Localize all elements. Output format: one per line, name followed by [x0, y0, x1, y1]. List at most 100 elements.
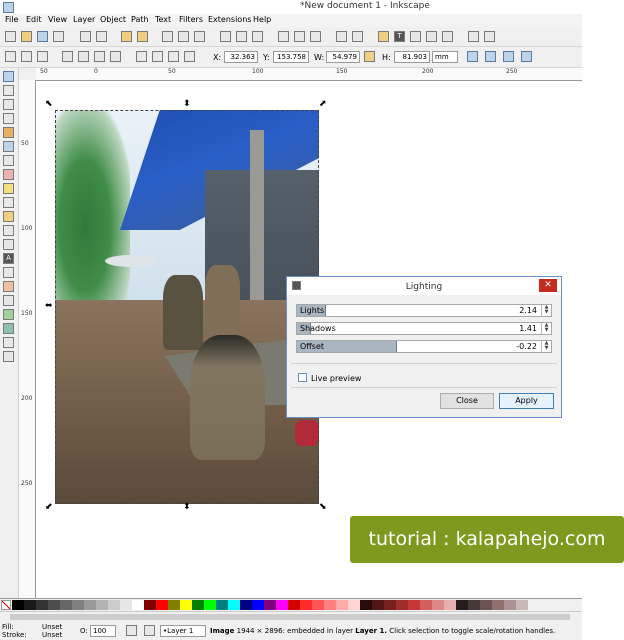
color-swatch[interactable]: [252, 600, 264, 610]
paste-icon[interactable]: [194, 31, 205, 42]
menu-help[interactable]: Help: [253, 15, 271, 24]
scale-handle-w[interactable]: ⬌: [45, 302, 53, 311]
scrollbar-thumb[interactable]: [10, 614, 570, 620]
color-swatch[interactable]: [468, 600, 480, 610]
scale-corners-icon[interactable]: [485, 51, 496, 62]
no-paint-swatch[interactable]: [1, 600, 11, 610]
spin-arrows-icon[interactable]: ▲ ▼: [541, 323, 551, 334]
color-swatch[interactable]: [72, 600, 84, 610]
calligraphy-tool-icon[interactable]: [3, 239, 14, 250]
save-file-icon[interactable]: [37, 31, 48, 42]
menu-layer[interactable]: Layer: [73, 15, 95, 24]
menu-extensions[interactable]: Extensions: [208, 15, 251, 24]
select-all-layers-icon[interactable]: [21, 51, 32, 62]
connector-tool-icon[interactable]: [3, 351, 14, 362]
dropper-tool-icon[interactable]: [3, 337, 14, 348]
color-swatch[interactable]: [348, 600, 360, 610]
color-swatch[interactable]: [420, 600, 432, 610]
text-tool-icon[interactable]: A: [3, 253, 14, 264]
y-input[interactable]: 153.758: [273, 51, 309, 63]
color-swatch[interactable]: [180, 600, 192, 610]
pen-tool-icon[interactable]: [3, 225, 14, 236]
measure-tool-icon[interactable]: [3, 127, 14, 138]
clone-icon[interactable]: [294, 31, 305, 42]
color-swatch[interactable]: [144, 600, 156, 610]
layer-lock-icon[interactable]: [144, 625, 155, 636]
color-swatch[interactable]: [360, 600, 372, 610]
color-swatch[interactable]: [312, 600, 324, 610]
zoom-drawing-icon[interactable]: [236, 31, 247, 42]
h-input[interactable]: 81.903: [394, 51, 430, 63]
lights-slider[interactable]: Lights 2.14 ▲ ▼: [296, 304, 552, 317]
flip-vertical-icon[interactable]: [110, 51, 121, 62]
zoom-selection-icon[interactable]: [220, 31, 231, 42]
color-swatch[interactable]: [168, 600, 180, 610]
apply-button[interactable]: Apply: [499, 393, 554, 409]
color-swatch[interactable]: [228, 600, 240, 610]
color-swatch[interactable]: [492, 600, 504, 610]
color-swatch[interactable]: [192, 600, 204, 610]
live-preview-checkbox[interactable]: [298, 373, 307, 382]
color-swatch[interactable]: [108, 600, 120, 610]
scale-handle-sw[interactable]: ⬋: [45, 503, 53, 512]
move-gradients-icon[interactable]: [503, 51, 514, 62]
color-swatch[interactable]: [456, 600, 468, 610]
gradient-tool-icon[interactable]: [3, 309, 14, 320]
color-swatch[interactable]: [60, 600, 72, 610]
rectangle-tool-icon[interactable]: [3, 141, 14, 152]
w-input[interactable]: 54.979: [326, 51, 360, 63]
color-swatch[interactable]: [156, 600, 168, 610]
xml-editor-icon[interactable]: [426, 31, 437, 42]
unit-select[interactable]: mm: [432, 51, 458, 63]
scale-handle-se[interactable]: ⬊: [319, 503, 327, 512]
deselect-icon[interactable]: [37, 51, 48, 62]
layers-icon[interactable]: [410, 31, 421, 42]
color-swatch[interactable]: [36, 600, 48, 610]
dialog-close-button[interactable]: ✕: [539, 279, 557, 292]
scale-handle-s[interactable]: ⬍: [183, 503, 191, 512]
color-swatch[interactable]: [432, 600, 444, 610]
ungroup-icon[interactable]: [352, 31, 363, 42]
menu-file[interactable]: File: [5, 15, 18, 24]
star-tool-icon[interactable]: [3, 183, 14, 194]
document-properties-icon[interactable]: [468, 31, 479, 42]
color-swatch[interactable]: [384, 600, 396, 610]
spin-arrows-icon[interactable]: ▲ ▼: [541, 305, 551, 316]
scale-handle-ne[interactable]: ⬈: [319, 100, 327, 109]
redo-icon[interactable]: [137, 31, 148, 42]
fill-stroke-icon[interactable]: [378, 31, 389, 42]
align-distribute-icon[interactable]: [442, 31, 453, 42]
import-icon[interactable]: [80, 31, 91, 42]
color-swatch[interactable]: [24, 600, 36, 610]
color-swatch[interactable]: [240, 600, 252, 610]
color-swatch[interactable]: [48, 600, 60, 610]
preferences-icon[interactable]: [484, 31, 495, 42]
color-swatch[interactable]: [288, 600, 300, 610]
color-swatch[interactable]: [132, 600, 144, 610]
scale-handle-nw[interactable]: ⬉: [45, 100, 53, 109]
close-button[interactable]: Close: [440, 393, 494, 409]
lower-to-bottom-icon[interactable]: [184, 51, 195, 62]
horizontal-scrollbar[interactable]: [0, 611, 582, 622]
color-swatch[interactable]: [216, 600, 228, 610]
scale-handle-n[interactable]: ⬍: [183, 100, 191, 109]
3d-box-tool-icon[interactable]: [3, 155, 14, 166]
color-swatch[interactable]: [516, 600, 528, 610]
eraser-tool-icon[interactable]: [3, 281, 14, 292]
color-swatch[interactable]: [396, 600, 408, 610]
move-patterns-icon[interactable]: [521, 51, 532, 62]
x-input[interactable]: 32.363: [224, 51, 258, 63]
visibility-eye-icon[interactable]: [126, 625, 137, 636]
copy-icon[interactable]: [162, 31, 173, 42]
print-icon[interactable]: [53, 31, 64, 42]
color-swatch[interactable]: [276, 600, 288, 610]
color-swatch[interactable]: [120, 600, 132, 610]
bucket-tool-icon[interactable]: [3, 295, 14, 306]
open-file-icon[interactable]: [21, 31, 32, 42]
duplicate-icon[interactable]: [278, 31, 289, 42]
lower-icon[interactable]: [168, 51, 179, 62]
menu-view[interactable]: View: [48, 15, 67, 24]
menu-object[interactable]: Object: [100, 15, 126, 24]
flip-horizontal-icon[interactable]: [94, 51, 105, 62]
color-swatch[interactable]: [372, 600, 384, 610]
